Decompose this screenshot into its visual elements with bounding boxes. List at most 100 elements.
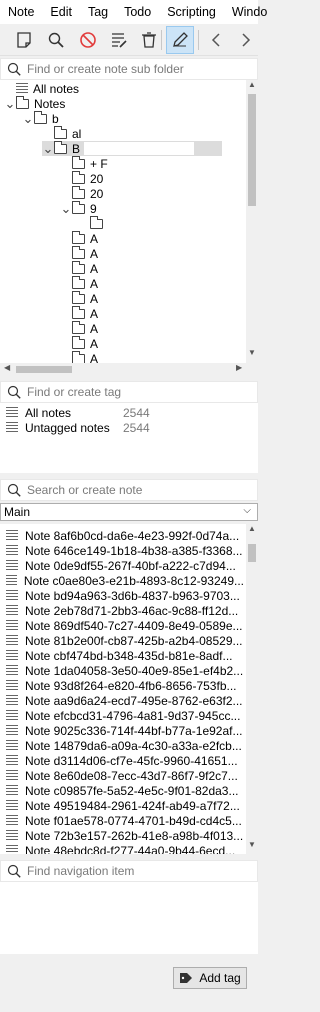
- tag-icon: [180, 973, 193, 983]
- folder-tree-item[interactable]: ⌄ 9: [60, 200, 97, 216]
- search-icon[interactable]: [42, 26, 70, 54]
- note-list-item[interactable]: Note 72b3e157-262b-41e8-a98b-4f013...: [0, 828, 244, 843]
- note-list-item[interactable]: Note bd94a963-3d6b-4837-b963-9703...: [0, 588, 244, 603]
- note-list-item[interactable]: Note 8af6b0cd-da6e-4e23-992f-0d74a...: [0, 528, 244, 543]
- folder-tree-item[interactable]: 20: [60, 170, 104, 186]
- note-icon: [6, 575, 17, 586]
- folder-tree-item-label: A: [90, 336, 99, 351]
- pencil-icon[interactable]: [166, 26, 194, 54]
- tag-search-input[interactable]: Find or create tag: [0, 381, 258, 403]
- note-search-input[interactable]: Search or create note: [0, 479, 258, 501]
- folder-tree-item[interactable]: + F: [60, 155, 108, 171]
- folder-tree-item[interactable]: A: [60, 260, 98, 276]
- folder-search-input[interactable]: Find or create note sub folder: [0, 58, 258, 80]
- folder-tree-item[interactable]: al: [42, 125, 81, 141]
- menu-item[interactable]: Windo: [224, 5, 275, 19]
- folder-tree-item[interactable]: A: [60, 320, 98, 336]
- folder-tree-item-label: A: [90, 276, 99, 291]
- menu-item[interactable]: Todo: [116, 5, 159, 19]
- note-list-item[interactable]: Note 646ce149-1b18-4b38-a385-f3368...: [0, 543, 244, 558]
- note-list-item[interactable]: Note aa9d6a24-ecd7-495e-8762-e63f2...: [0, 693, 244, 708]
- note-list-item[interactable]: Note 81b2e00f-cb87-425b-a2b4-08529...: [0, 633, 244, 648]
- folder-tree-item[interactable]: A: [60, 305, 98, 321]
- note-list-item[interactable]: Note 869df540-7c27-4409-8e49-0589e...: [0, 618, 244, 633]
- note-list-item[interactable]: Note cbf474bd-b348-435d-b81e-8adf...: [0, 648, 244, 663]
- menu-item[interactable]: Tag: [80, 5, 116, 19]
- folder-tree-item-label: b: [52, 111, 59, 126]
- trash-icon[interactable]: [135, 26, 163, 54]
- add-tag-button[interactable]: Add tag: [173, 967, 247, 989]
- scroll-right-icon[interactable]: ▶: [236, 363, 242, 372]
- edit-list-icon[interactable]: [104, 26, 132, 54]
- note-list-item[interactable]: Note 0de9df55-267f-40bf-a222-c7d94...: [0, 558, 244, 573]
- note-list-item[interactable]: Note 14879da6-a09a-4c30-a33a-e2fcb...: [0, 738, 244, 753]
- new-note-icon[interactable]: [10, 26, 38, 54]
- add-tag-label: Add tag: [199, 971, 241, 985]
- folder-tree-item-label: 20: [90, 186, 104, 201]
- note-list-item[interactable]: Note efcbcd31-4796-4a81-9d37-945cc...: [0, 708, 244, 723]
- folder-icon: [72, 305, 85, 319]
- folder-tree-hscroll-thumb[interactable]: [16, 366, 72, 373]
- tag-list-item[interactable]: Untagged notes 2544: [0, 420, 150, 435]
- note-list-item[interactable]: Note f01ae578-0774-4701-b49d-cd4c5...: [0, 813, 244, 828]
- note-list-item[interactable]: Note 2eb78d71-2bb3-46ac-9c88-ff12d...: [0, 603, 244, 618]
- folder-icon: [54, 140, 67, 154]
- note-icon: [6, 830, 18, 841]
- folder-tree-item[interactable]: All notes: [4, 81, 79, 96]
- menu-item[interactable]: Edit: [42, 5, 80, 19]
- folder-tree-item[interactable]: ⌄ b: [22, 110, 59, 126]
- note-list-vscroll[interactable]: ▲ ▼: [246, 524, 258, 854]
- note-title: Note 81b2e00f-cb87-425b-a2b4-08529...: [25, 633, 243, 648]
- scroll-up-icon[interactable]: ▲: [246, 524, 258, 533]
- folder-tree-item[interactable]: [78, 215, 108, 231]
- folder-tree-hscroll[interactable]: ◀ ▶: [0, 363, 258, 376]
- arrow-left-icon[interactable]: [203, 26, 231, 54]
- note-list-item[interactable]: Note c09857fe-5a52-4e5c-9f01-82da3...: [0, 783, 244, 798]
- folder-tree-item[interactable]: A: [60, 230, 98, 246]
- note-list-item[interactable]: Note 48ebdc8d-f277-44a0-9b44-6ecd...: [0, 843, 244, 854]
- note-icon: [6, 845, 18, 854]
- note-list-item[interactable]: Note 49519484-2961-424f-ab49-a7f72...: [0, 798, 244, 813]
- workspace-select[interactable]: Main ⌵: [0, 503, 258, 521]
- note-title: Note 93d8f264-e820-4fb6-8656-753fb...: [25, 678, 237, 693]
- note-list-item[interactable]: Note 93d8f264-e820-4fb6-8656-753fb...: [0, 678, 244, 693]
- folder-tree-item[interactable]: A: [60, 245, 98, 261]
- note-list-item[interactable]: Note c0ae80e3-e21b-4893-8c12-93249...: [0, 573, 244, 588]
- expand-arrow-icon[interactable]: ⌄: [42, 142, 54, 155]
- scroll-left-icon[interactable]: ◀: [4, 363, 10, 372]
- scroll-up-icon[interactable]: ▲: [246, 80, 258, 89]
- menu-item[interactable]: Note: [0, 5, 42, 19]
- expand-arrow-icon[interactable]: ⌄: [60, 202, 72, 215]
- expand-arrow-icon[interactable]: ⌄: [22, 112, 34, 125]
- tag-label: Untagged notes: [25, 420, 110, 435]
- scroll-down-icon[interactable]: ▼: [246, 348, 258, 357]
- folder-tree-vscroll[interactable]: ▲ ▼: [246, 80, 258, 363]
- arrow-right-icon[interactable]: [231, 26, 259, 54]
- note-list-item[interactable]: Note 8e60de08-7ecc-43d7-86f7-9f2c7...: [0, 768, 244, 783]
- no-entry-icon[interactable]: [74, 26, 102, 54]
- folder-tree-item[interactable]: ⌄ B: [42, 140, 222, 156]
- tag-search-placeholder: Find or create tag: [27, 385, 122, 399]
- folder-tree-item-label: Notes: [34, 96, 66, 111]
- folder-tree-item[interactable]: A: [60, 290, 98, 306]
- scroll-down-icon[interactable]: ▼: [246, 840, 258, 849]
- note-list-item[interactable]: Note 9025c336-714f-44bf-b77a-1e92af...: [0, 723, 244, 738]
- folder-search-placeholder: Find or create note sub folder: [27, 62, 184, 76]
- menu-item[interactable]: Scripting: [159, 5, 224, 19]
- note-list-item[interactable]: Note 1da04058-3e50-40e9-85e1-ef4b2...: [0, 663, 244, 678]
- folder-tree-vscroll-thumb[interactable]: [248, 94, 256, 206]
- tag-list-item[interactable]: All notes 2544: [0, 405, 150, 420]
- folder-tree-item[interactable]: A: [60, 335, 99, 351]
- notes-icon: [16, 83, 28, 94]
- folder-tree-item[interactable]: 20: [60, 185, 104, 201]
- redacted-block: [84, 142, 195, 155]
- nav-search-input[interactable]: Find navigation item: [0, 860, 258, 882]
- note-list-item[interactable]: Note d3114d06-cf7e-45fc-9960-41651...: [0, 753, 244, 768]
- note-title: Note 9025c336-714f-44bf-b77a-1e92af...: [25, 723, 243, 738]
- folder-tree-item[interactable]: A: [60, 275, 99, 291]
- expand-arrow-icon[interactable]: ⌄: [4, 97, 16, 110]
- menu-bar: Note Edit Tag Todo Scripting Windo: [0, 0, 267, 24]
- folder-tree-item-label: 20: [90, 171, 104, 186]
- note-list-vscroll-thumb[interactable]: [248, 544, 256, 562]
- folder-tree-item[interactable]: ⌄ Notes: [4, 95, 66, 111]
